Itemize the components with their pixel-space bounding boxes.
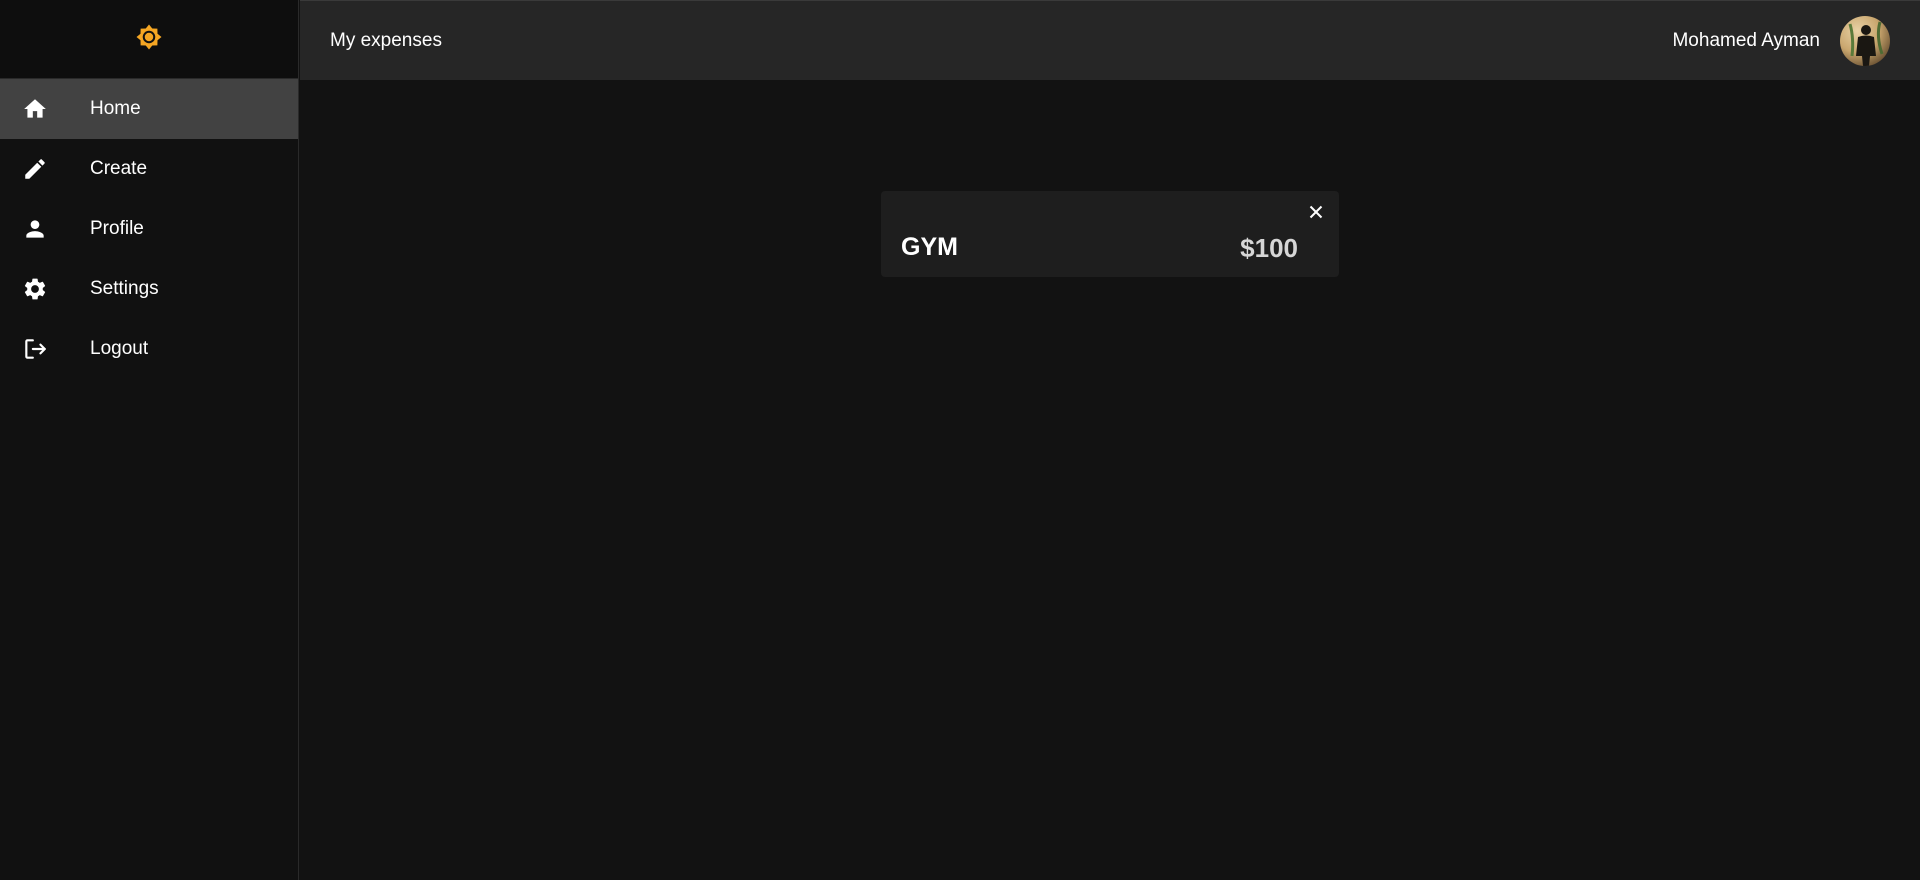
sidebar-nav: Home Create Profile Settings Logout	[0, 79, 298, 379]
app-root: Home Create Profile Settings Logout My e…	[0, 0, 1920, 880]
sidebar-item-label: Settings	[90, 278, 159, 299]
sidebar-item-label: Profile	[90, 218, 144, 239]
expense-amount: $100	[1240, 233, 1298, 263]
topbar: My expenses Mohamed Ayman	[300, 0, 1920, 80]
sidebar-item-settings[interactable]: Settings	[0, 259, 298, 319]
sidebar-item-label: Home	[90, 98, 141, 119]
expense-title: GYM	[901, 233, 958, 261]
user-name: Mohamed Ayman	[1672, 29, 1820, 51]
gear-icon	[0, 276, 90, 302]
sidebar-item-create[interactable]: Create	[0, 139, 298, 199]
sidebar: Home Create Profile Settings Logout	[0, 0, 299, 880]
sidebar-item-label: Create	[90, 158, 148, 179]
pencil-icon	[0, 156, 90, 182]
avatar[interactable]	[1840, 15, 1890, 66]
person-icon	[0, 216, 90, 242]
sidebar-logo	[0, 0, 298, 79]
main-content: GYM $100	[300, 80, 1920, 880]
page-title: My expenses	[330, 29, 442, 51]
sidebar-item-profile[interactable]: Profile	[0, 199, 298, 259]
expense-card: GYM $100	[881, 191, 1339, 277]
user-menu[interactable]: Mohamed Ayman	[1672, 15, 1890, 66]
sidebar-item-home[interactable]: Home	[0, 79, 298, 139]
home-icon	[0, 96, 90, 122]
logout-icon	[0, 336, 90, 362]
sidebar-item-logout[interactable]: Logout	[0, 319, 298, 379]
sidebar-item-label: Logout	[90, 338, 149, 359]
close-icon[interactable]	[1305, 201, 1327, 223]
brightness-icon	[134, 22, 164, 57]
